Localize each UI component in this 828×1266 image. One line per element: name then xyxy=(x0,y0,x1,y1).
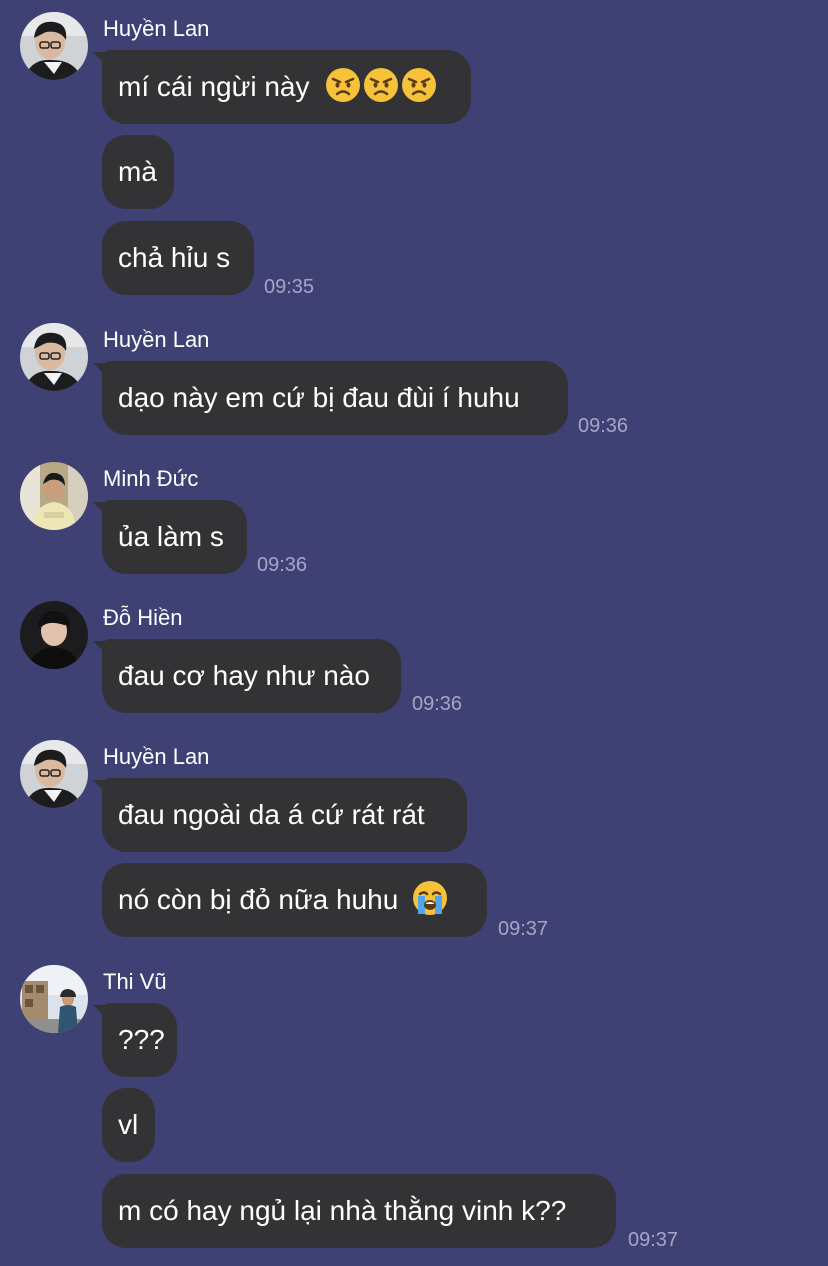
message-bubble[interactable]: đau cơ hay như nào xyxy=(102,639,401,713)
message-bubble[interactable]: chả hỉu s xyxy=(102,221,254,295)
message-bubble[interactable]: nó còn bị đỏ nữa huhu xyxy=(102,863,487,937)
message-bubble[interactable]: mà xyxy=(102,135,174,209)
message-timestamp: 09:37 xyxy=(498,918,549,940)
angry-face-icon xyxy=(401,67,437,103)
message-text: ủa làm s xyxy=(118,521,224,552)
message-text: đau cơ hay như nào xyxy=(118,660,370,691)
message-bubble[interactable]: ??? xyxy=(102,1003,177,1077)
sender-name: Đỗ Hiền xyxy=(103,605,183,630)
message-text: m có hay ngủ lại nhà thằng vinh k?? xyxy=(118,1195,567,1226)
sender-name: Huyền Lan xyxy=(103,744,210,769)
message-bubble[interactable]: mí cái ngừi này xyxy=(102,50,471,124)
angry-face-icon xyxy=(325,67,361,103)
message-text: đau ngoài da á cứ rát rát xyxy=(118,799,425,830)
avatar-minh-duc[interactable] xyxy=(20,462,88,530)
sender-name: Huyền Lan xyxy=(103,16,210,41)
sender-name: Minh Đức xyxy=(103,466,199,491)
message-bubble[interactable]: đau ngoài da á cứ rát rát xyxy=(102,778,467,852)
avatar-huyen-lan[interactable] xyxy=(20,740,88,808)
avatar-do-hien[interactable] xyxy=(20,601,88,669)
message-text: nó còn bị đỏ nữa huhu xyxy=(118,884,399,915)
message-text: chả hỉu s xyxy=(118,242,231,273)
sender-name: Huyền Lan xyxy=(103,327,210,352)
message-bubble[interactable]: dạo này em cứ bị đau đùi í huhu xyxy=(102,361,568,435)
message-bubble[interactable]: ủa làm s xyxy=(102,500,247,574)
angry-face-icon xyxy=(363,67,399,103)
avatar-huyen-lan[interactable] xyxy=(20,323,88,391)
message-timestamp: 09:36 xyxy=(578,415,629,437)
message-timestamp: 09:37 xyxy=(628,1229,679,1251)
message-bubble[interactable]: m có hay ngủ lại nhà thằng vinh k?? xyxy=(102,1174,616,1248)
message-timestamp: 09:36 xyxy=(412,693,463,715)
message-text: mí cái ngừi này xyxy=(118,71,310,102)
loudly-crying-face-icon xyxy=(412,880,448,916)
message-timestamp: 09:36 xyxy=(257,554,308,576)
message-timestamp: 09:35 xyxy=(264,276,315,298)
avatar-thi-vu[interactable] xyxy=(20,965,88,1033)
message-bubble[interactable]: vl xyxy=(102,1088,155,1162)
sender-name: Thi Vũ xyxy=(103,969,167,994)
message-text: mà xyxy=(118,156,157,187)
message-text: vl xyxy=(118,1109,139,1140)
message-text: ??? xyxy=(118,1024,165,1055)
message-text: dạo này em cứ bị đau đùi í huhu xyxy=(118,382,520,413)
avatar-huyen-lan[interactable] xyxy=(20,12,88,80)
